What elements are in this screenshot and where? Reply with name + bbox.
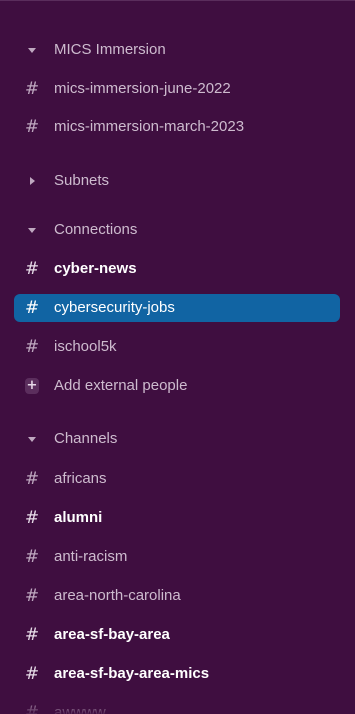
hash-icon: # [24, 586, 40, 606]
channel-item[interactable]: # cyber-news [14, 255, 340, 283]
channel-sidebar: MICS Immersion # mics-immersion-june-202… [0, 0, 355, 714]
section-label: Channels [54, 430, 118, 447]
channel-name: awwww [54, 704, 106, 714]
section-label: Subnets [54, 172, 110, 189]
channel-name: cyber-news [54, 260, 137, 277]
channel-item[interactable]: # mics-immersion-march-2023 [14, 113, 340, 141]
hash-icon: # [24, 469, 40, 489]
channel-name: ischool5k [54, 338, 117, 355]
section-header-channels[interactable]: Channels [14, 425, 340, 453]
hash-icon: # [24, 298, 40, 318]
caret-right-icon [25, 167, 39, 195]
caret-down-icon [25, 216, 39, 244]
hash-icon: # [24, 259, 40, 279]
channel-item[interactable]: # ischool5k [14, 333, 340, 361]
channel-name: area-sf-bay-area [54, 626, 170, 643]
section-label: MICS Immersion [54, 41, 166, 58]
channel-item[interactable]: # mics-immersion-june-2022 [14, 75, 340, 103]
channel-item[interactable]: # area-sf-bay-area-mics [14, 660, 340, 688]
hash-icon: # [24, 547, 40, 567]
section-label: Connections [54, 221, 138, 238]
channel-name: area-sf-bay-area-mics [54, 665, 210, 682]
channel-item[interactable]: # anti-racism [14, 543, 340, 571]
add-external-people-button[interactable]: + Add external people [14, 372, 340, 400]
hash-icon: # [24, 337, 40, 357]
channel-name: alumni [54, 509, 103, 526]
channel-name: mics-immersion-march-2023 [54, 118, 245, 135]
channel-name: area-north-carolina [54, 587, 181, 604]
add-external-people-label: Add external people [54, 377, 188, 394]
channel-name: cybersecurity-jobs [54, 299, 175, 316]
channel-item[interactable]: # area-sf-bay-area [14, 621, 340, 649]
channel-item[interactable]: # area-north-carolina [14, 582, 340, 610]
hash-icon: # [24, 703, 40, 714]
channel-item[interactable]: # awwww [14, 699, 340, 714]
hash-icon: # [24, 79, 40, 99]
plus-icon: + [25, 378, 39, 394]
channel-name: mics-immersion-june-2022 [54, 80, 231, 97]
hash-icon: # [24, 664, 40, 684]
hash-icon: # [24, 508, 40, 528]
section-header-subnets[interactable]: Subnets [14, 167, 340, 195]
section-header-mics-immersion[interactable]: MICS Immersion [14, 36, 340, 64]
channel-item[interactable]: # cybersecurity-jobs [14, 294, 340, 322]
caret-down-icon [25, 36, 39, 64]
channel-name: africans [54, 470, 107, 487]
section-header-connections[interactable]: Connections [14, 216, 340, 244]
hash-icon: # [24, 117, 40, 137]
caret-down-icon [25, 425, 39, 453]
channel-name: anti-racism [54, 548, 128, 565]
hash-icon: # [24, 625, 40, 645]
channel-item[interactable]: # africans [14, 465, 340, 493]
channel-item[interactable]: # alumni [14, 504, 340, 532]
